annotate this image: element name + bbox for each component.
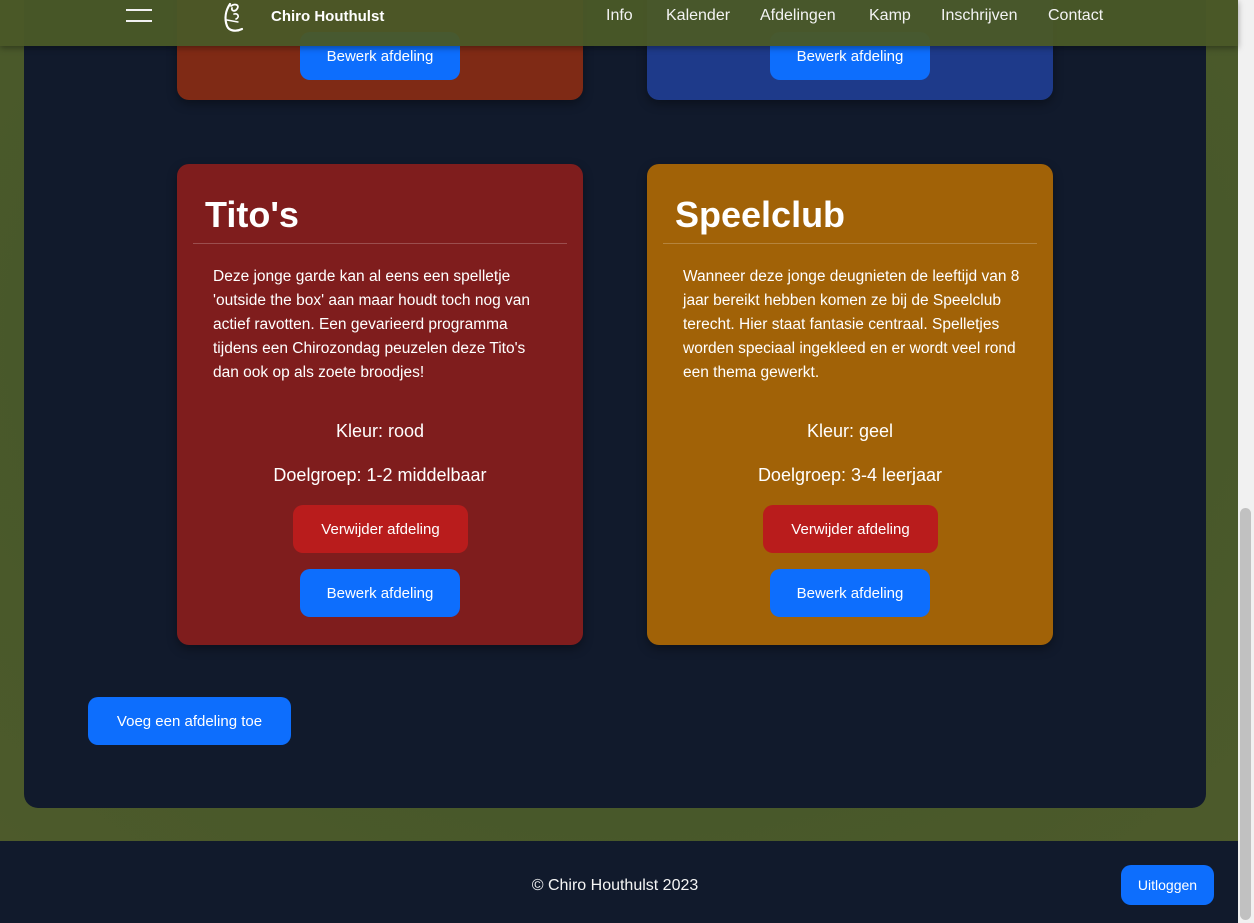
delete-button[interactable]: Verwijder afdeling	[763, 505, 938, 553]
edit-button[interactable]: Bewerk afdeling	[770, 569, 930, 617]
card-description: Deze jonge garde kan al eens een spellet…	[213, 268, 531, 381]
nav-inschrijven[interactable]: Inschrijven	[941, 7, 1017, 25]
add-department-button[interactable]: Voeg een afdeling toe	[88, 697, 291, 745]
card-color: Kleur: rood	[335, 421, 425, 441]
logout-button[interactable]: Uitloggen	[1121, 865, 1214, 905]
edit-button[interactable]: Bewerk afdeling	[300, 569, 460, 617]
card-color: Kleur: geel	[806, 421, 894, 441]
card-target-group: Doelgroep: 1-2 middelbaar	[273, 465, 487, 485]
hamburger-menu-icon[interactable]	[126, 9, 152, 23]
copyright-text: © Chiro Houthulst 2023	[531, 877, 699, 894]
divider	[663, 243, 1037, 244]
scrollbar[interactable]	[1238, 0, 1254, 923]
scrollbar-thumb[interactable]	[1240, 508, 1251, 920]
footer: © Chiro Houthulst 2023 Uitloggen	[0, 841, 1254, 923]
nav-kalender[interactable]: Kalender	[666, 7, 730, 25]
card-description: Wanneer deze jonge deugnieten de leeftij…	[683, 268, 1020, 381]
card-speelclub: Speelclub Wanneer deze jonge deugnieten …	[647, 164, 1053, 645]
card-target-group: Doelgroep: 3-4 leerjaar	[757, 465, 943, 485]
nav-info[interactable]: Info	[606, 7, 633, 25]
navbar: Chiro Houthulst Info Kalender Afdelingen…	[0, 0, 1238, 46]
nav-contact[interactable]: Contact	[1048, 7, 1103, 25]
nav-afdelingen[interactable]: Afdelingen	[760, 7, 836, 25]
chiro-logo-icon[interactable]	[218, 0, 250, 34]
brand-name[interactable]: Chiro Houthulst	[271, 8, 384, 25]
card-title: Tito's	[205, 194, 299, 235]
card-titos: Tito's Deze jonge garde kan al eens een …	[177, 164, 583, 645]
card-title: Speelclub	[675, 194, 846, 235]
divider	[193, 243, 567, 244]
delete-button[interactable]: Verwijder afdeling	[293, 505, 468, 553]
nav-kamp[interactable]: Kamp	[869, 7, 911, 25]
